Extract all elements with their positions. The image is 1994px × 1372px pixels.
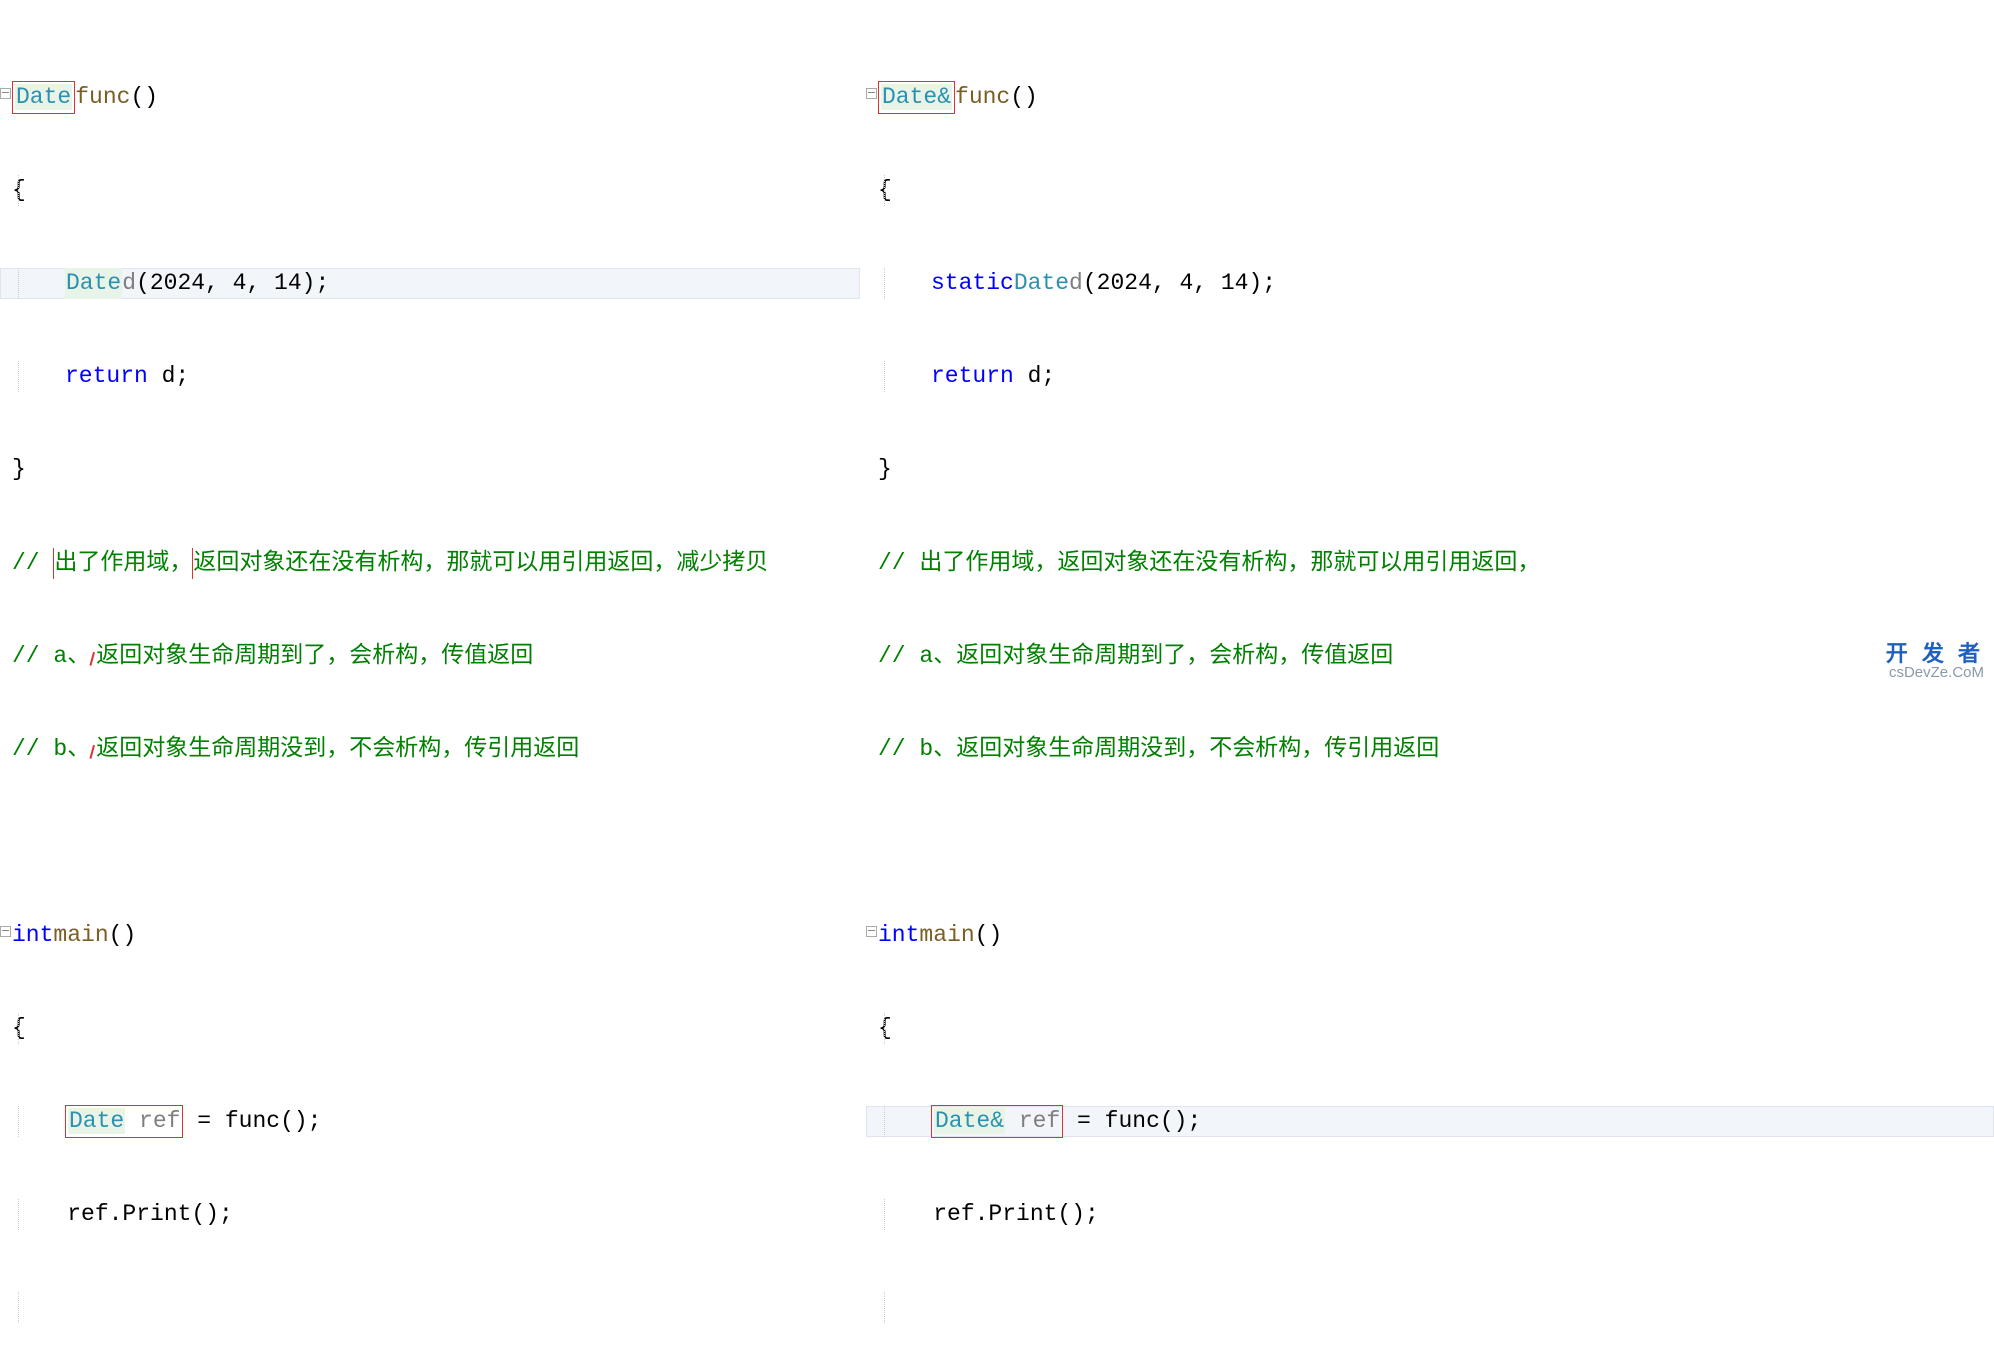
main-print: ref.Print(); [0, 1199, 860, 1230]
main-decl: Date ref = func(); [0, 1106, 860, 1137]
two-pane-code-comparison: Date func() { Date d(2024, 4, 14); retur… [0, 0, 1994, 686]
watermark: 开 发 者 csDevZe.CoM [1886, 643, 1984, 680]
func-name: func [75, 82, 130, 113]
main-decl-type: Date& [934, 1108, 1005, 1134]
left-code: Date func() { Date d(2024, 4, 14); retur… [0, 20, 860, 1372]
main-params: () [975, 920, 1003, 951]
func-signature: Date func() [0, 82, 860, 113]
main-decl-var: ref [1019, 1108, 1060, 1134]
return-kw: return [65, 361, 148, 392]
main-decl-rest: = func(); [183, 1106, 321, 1137]
return-type: Date& [881, 84, 952, 110]
return-line: return d; [0, 361, 860, 392]
decl-var: d [1069, 268, 1083, 299]
comment-2: // a、返回对象生命周期到了，会析构，传值返回 [866, 641, 1994, 672]
func-params: () [130, 82, 158, 113]
comment-2: // a、返回对象生命周期到了，会析构，传值返回 [0, 641, 860, 672]
static-kw: static [931, 268, 1014, 299]
decl-var: d [122, 268, 136, 299]
return-expr: d; [1014, 361, 1055, 392]
brace-close: } [866, 454, 1994, 485]
func-params: () [1010, 82, 1038, 113]
main-decl-var: ref [139, 1108, 180, 1134]
blank-line-2 [0, 1292, 860, 1323]
comment-1: // 出了作用域，返回对象还在没有析构，那就可以用引用返回， [866, 548, 1994, 579]
main-name: main [53, 920, 108, 951]
brace-open: { [0, 175, 860, 206]
decl-args: (2024, 4, 14); [136, 268, 329, 299]
func-signature: Date& func() [866, 82, 1994, 113]
return-kw: return [931, 361, 1014, 392]
main-brace-open: { [866, 1013, 1994, 1044]
brace-open: { [866, 175, 1994, 206]
func-name: func [955, 82, 1010, 113]
decl-type: Date [65, 268, 122, 299]
decl-line: Date d(2024, 4, 14); [0, 268, 860, 299]
blank-line [0, 827, 860, 858]
return-expr: d; [148, 361, 189, 392]
brace-close: } [0, 454, 860, 485]
main-type: int [878, 920, 919, 951]
decl-type: Date [1014, 268, 1069, 299]
main-decl: Date& ref = func(); [866, 1106, 1994, 1137]
main-brace-open: { [0, 1013, 860, 1044]
main-name: main [919, 920, 974, 951]
comment-3: // b、返回对象生命周期没到，不会析构，传引用返回 [0, 734, 860, 765]
blank-line-2 [866, 1292, 1994, 1323]
return-type: Date [15, 84, 72, 110]
main-print: ref.Print(); [866, 1199, 1994, 1230]
right-code: Date& func() { static Date d(2024, 4, 14… [866, 20, 1994, 1372]
main-signature: int main() [866, 920, 1994, 951]
main-type: int [12, 920, 53, 951]
main-decl-type: Date [68, 1108, 125, 1134]
right-pane: Date& func() { static Date d(2024, 4, 14… [860, 0, 1994, 686]
watermark-line2: csDevZe.CoM [1886, 665, 1984, 680]
decl-args: (2024, 4, 14); [1083, 268, 1276, 299]
return-line: return d; [866, 361, 1994, 392]
comment-3: // b、返回对象生命周期没到，不会析构，传引用返回 [866, 734, 1994, 765]
main-signature: int main() [0, 920, 860, 951]
decl-line: static Date d(2024, 4, 14); [866, 268, 1994, 299]
comment-1: // 出了作用域，返回对象还在没有析构，那就可以用引用返回，减少拷贝 [0, 548, 860, 579]
watermark-line1: 开 发 者 [1886, 643, 1984, 665]
left-pane: Date func() { Date d(2024, 4, 14); retur… [0, 0, 860, 686]
main-params: () [109, 920, 137, 951]
blank-line [866, 827, 1994, 858]
main-decl-rest: = func(); [1063, 1106, 1201, 1137]
